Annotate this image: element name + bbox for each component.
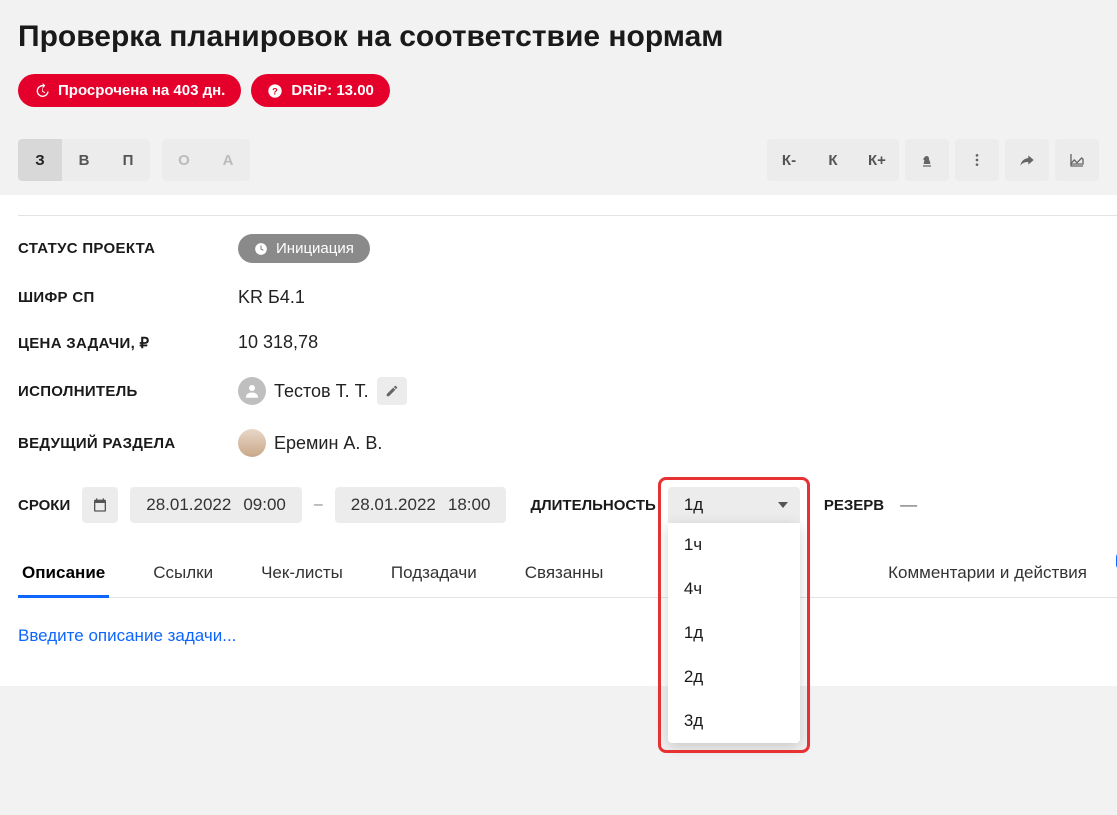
drip-badge: ? DRiP: 13.00 <box>251 74 390 107</box>
assignee-value: Тестов Т. Т. <box>274 381 369 402</box>
lead-label: ВЕДУЩИЙ РАЗДЕЛА <box>18 435 238 452</box>
duration-option[interactable]: 2д <box>668 655 800 699</box>
reserve-label: РЕЗЕРВ <box>824 497 884 514</box>
tab-description[interactable]: Описание <box>18 563 109 597</box>
assignee-label: ИСПОЛНИТЕЛЬ <box>18 383 238 400</box>
tab-links[interactable]: Ссылки <box>149 563 217 597</box>
assignee-avatar <box>238 377 266 405</box>
calendar-icon <box>92 497 108 513</box>
start-time: 09:00 <box>243 495 286 515</box>
view-tab-group-2: О А <box>162 139 250 181</box>
overdue-text: Просрочена на 403 дн. <box>58 82 225 99</box>
description-input[interactable]: Введите описание задачи... <box>18 626 1117 646</box>
chevron-down-icon <box>778 502 788 508</box>
overdue-badge: Просрочена на 403 дн. <box>18 74 241 107</box>
duration-option[interactable]: 1ч <box>668 523 800 567</box>
code-label: ШИФР СП <box>18 289 238 306</box>
duration-dropdown: 1ч4ч1д2д3д <box>668 523 800 743</box>
drip-text: DRiP: 13.00 <box>291 82 374 99</box>
view-tab-p[interactable]: П <box>106 139 150 181</box>
status-value: Инициация <box>276 240 354 257</box>
duration-value: 1д <box>684 495 703 514</box>
status-label: СТАТУС ПРОЕКТА <box>18 240 238 257</box>
more-button[interactable] <box>955 139 999 181</box>
duration-option[interactable]: 1д <box>668 611 800 655</box>
duration-option[interactable]: 3д <box>668 699 800 743</box>
help-icon: ? <box>267 83 283 99</box>
knight-button[interactable] <box>905 139 949 181</box>
duration-option[interactable]: 4ч <box>668 567 800 611</box>
end-date-chip[interactable]: 28.01.2022 18:00 <box>335 487 507 523</box>
dates-label: СРОКИ <box>18 497 70 514</box>
chart-line-icon <box>1069 152 1085 168</box>
view-tab-a[interactable]: А <box>206 139 250 181</box>
page-title: Проверка планировок на соответствие норм… <box>18 20 1117 54</box>
share-button[interactable] <box>1005 139 1049 181</box>
duration-label: ДЛИТЕЛЬНОСТЬ <box>530 497 655 514</box>
lead-avatar <box>238 429 266 457</box>
k-button[interactable]: К <box>811 139 855 181</box>
tab-subtasks[interactable]: Подзадачи <box>387 563 481 597</box>
price-label: ЦЕНА ЗАДАЧИ, ₽ <box>18 334 238 352</box>
code-value: KR Б4.1 <box>238 287 305 308</box>
tab-comments-label: Комментарии и действия <box>888 563 1087 582</box>
tab-linked[interactable]: Связанны <box>521 563 608 597</box>
status-pill: Инициация <box>238 234 370 263</box>
k-minus-button[interactable]: К- <box>767 139 811 181</box>
edit-assignee-button[interactable] <box>377 377 407 405</box>
more-vertical-icon <box>969 152 985 168</box>
tab-checklists[interactable]: Чек-листы <box>257 563 347 597</box>
price-value: 10 318,78 <box>238 332 318 353</box>
reserve-value: — <box>900 495 917 515</box>
history-icon <box>34 83 50 99</box>
svg-text:?: ? <box>272 86 278 96</box>
calendar-button[interactable] <box>82 487 118 523</box>
clock-icon <box>254 242 268 256</box>
knight-icon <box>919 152 935 168</box>
tab-comments[interactable]: Комментарии и действия 1 <box>884 563 1117 597</box>
view-tab-o[interactable]: О <box>162 139 206 181</box>
start-date: 28.01.2022 <box>146 495 231 515</box>
date-separator: – <box>314 496 323 514</box>
view-tab-group-1: З В П <box>18 139 150 181</box>
person-icon <box>243 382 261 400</box>
share-icon <box>1019 152 1035 168</box>
end-date: 28.01.2022 <box>351 495 436 515</box>
duration-select[interactable]: 1д 1ч4ч1д2д3д <box>668 487 800 523</box>
start-date-chip[interactable]: 28.01.2022 09:00 <box>130 487 302 523</box>
k-plus-button[interactable]: К+ <box>855 139 899 181</box>
stats-button[interactable] <box>1055 139 1099 181</box>
end-time: 18:00 <box>448 495 491 515</box>
view-tab-v[interactable]: В <box>62 139 106 181</box>
lead-value: Еремин А. В. <box>274 433 382 454</box>
view-tab-z[interactable]: З <box>18 139 62 181</box>
pencil-icon <box>385 384 399 398</box>
